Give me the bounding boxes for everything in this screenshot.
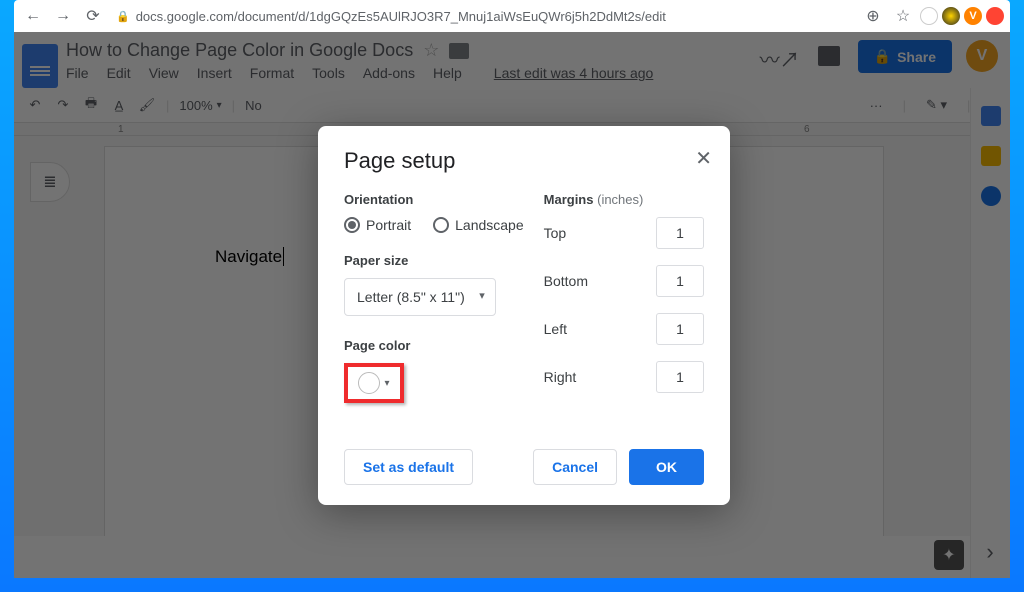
activity-icon[interactable]: 〰↗ <box>760 44 800 73</box>
margins-label: Margins (inches) <box>544 192 704 207</box>
document-text: Navigate <box>215 247 284 266</box>
margin-right-input[interactable] <box>656 361 704 393</box>
margin-left-input[interactable] <box>656 313 704 345</box>
menu-edit[interactable]: Edit <box>107 65 131 81</box>
margin-top-label: Top <box>544 225 567 241</box>
side-panel <box>970 88 1010 578</box>
back-button[interactable]: ← <box>20 3 46 29</box>
menu-help[interactable]: Help <box>433 65 462 81</box>
keep-addon-icon[interactable] <box>981 146 1001 166</box>
app-header: How to Change Page Color in Google Docs … <box>14 32 1010 88</box>
print-button[interactable]: 🖶 <box>82 96 100 114</box>
bookmark-star-icon[interactable]: ☆ <box>890 3 916 29</box>
lock-icon: 🔒 <box>116 10 130 23</box>
editing-mode-button[interactable]: ✎ ▾ <box>926 97 947 113</box>
more-tools-button[interactable]: ··· <box>870 98 883 113</box>
ok-button[interactable]: OK <box>629 449 704 485</box>
redo-button[interactable]: ↷ <box>54 96 72 114</box>
page-color-label: Page color <box>344 338 524 353</box>
paper-size-dropdown[interactable]: Letter (8.5" x 11") <box>344 278 496 316</box>
margin-bottom-label: Bottom <box>544 273 588 289</box>
calendar-addon-icon[interactable] <box>981 106 1001 126</box>
star-icon[interactable]: ☆ <box>423 40 439 61</box>
margin-left-label: Left <box>544 321 567 337</box>
orientation-label: Orientation <box>344 192 524 207</box>
orientation-landscape-radio[interactable]: Landscape <box>433 217 524 233</box>
cancel-button[interactable]: Cancel <box>533 449 617 485</box>
address-bar[interactable]: 🔒 docs.google.com/document/d/1dgGQzEs5AU… <box>110 9 856 24</box>
chevron-down-icon: ▾ <box>384 378 389 389</box>
explore-button[interactable]: ✦ <box>934 540 964 570</box>
menu-file[interactable]: File <box>66 65 89 81</box>
last-edit-text[interactable]: Last edit was 4 hours ago <box>494 65 654 81</box>
url-text: docs.google.com/document/d/1dgGQzEs5AUlR… <box>136 9 666 24</box>
side-panel-toggle[interactable]: › <box>976 532 1004 572</box>
menu-insert[interactable]: Insert <box>197 65 232 81</box>
lock-icon: 🔒 <box>874 48 891 65</box>
forward-button[interactable]: → <box>50 3 76 29</box>
extension-icon[interactable] <box>920 7 938 25</box>
zoom-dropdown[interactable]: 100%▾ <box>179 98 221 113</box>
formatting-toolbar: ↶ ↷ 🖶 A̲ 🖌 | 100%▾ | No ··· | ✎ ▾ | ˄ <box>14 88 1010 122</box>
margin-right-label: Right <box>544 369 577 385</box>
orientation-portrait-radio[interactable]: Portrait <box>344 217 411 233</box>
zoom-icon[interactable]: ⊕ <box>860 3 886 29</box>
margin-top-input[interactable] <box>656 217 704 249</box>
menu-addons[interactable]: Add-ons <box>363 65 415 81</box>
color-swatch-icon <box>358 372 380 394</box>
share-button[interactable]: 🔒 Share <box>858 40 952 73</box>
extension-icon[interactable] <box>942 7 960 25</box>
reload-button[interactable]: ⟳ <box>80 3 106 29</box>
browser-toolbar: ← → ⟳ 🔒 docs.google.com/document/d/1dgGQ… <box>14 0 1010 32</box>
margin-bottom-input[interactable] <box>656 265 704 297</box>
page-setup-dialog: Page setup ✕ Orientation Portrait Landsc… <box>318 126 730 505</box>
extension-icon[interactable] <box>986 7 1004 25</box>
menu-format[interactable]: Format <box>250 65 294 81</box>
google-docs-app: How to Change Page Color in Google Docs … <box>14 32 1010 578</box>
outline-toggle-button[interactable]: ≣ <box>30 162 70 202</box>
close-dialog-button[interactable]: ✕ <box>695 146 712 171</box>
undo-button[interactable]: ↶ <box>26 96 44 114</box>
style-dropdown[interactable]: No <box>245 98 262 113</box>
paint-format-button[interactable]: 🖌 <box>138 96 156 114</box>
paper-size-label: Paper size <box>344 253 524 268</box>
move-folder-icon[interactable] <box>449 43 469 59</box>
comments-icon[interactable] <box>818 46 840 66</box>
menu-view[interactable]: View <box>149 65 179 81</box>
menu-tools[interactable]: Tools <box>312 65 345 81</box>
spellcheck-button[interactable]: A̲ <box>110 96 128 114</box>
page-color-dropdown[interactable]: ▾ <box>344 363 404 403</box>
account-avatar[interactable]: V <box>966 40 998 72</box>
menu-bar: File Edit View Insert Format Tools Add-o… <box>66 65 760 81</box>
document-title[interactable]: How to Change Page Color in Google Docs <box>66 40 413 61</box>
docs-logo-icon[interactable] <box>22 44 58 88</box>
dialog-title: Page setup <box>344 148 704 174</box>
profile-icon[interactable]: V <box>964 7 982 25</box>
radio-selected-icon <box>344 217 360 233</box>
radio-unselected-icon <box>433 217 449 233</box>
tasks-addon-icon[interactable] <box>981 186 1001 206</box>
set-as-default-button[interactable]: Set as default <box>344 449 473 485</box>
